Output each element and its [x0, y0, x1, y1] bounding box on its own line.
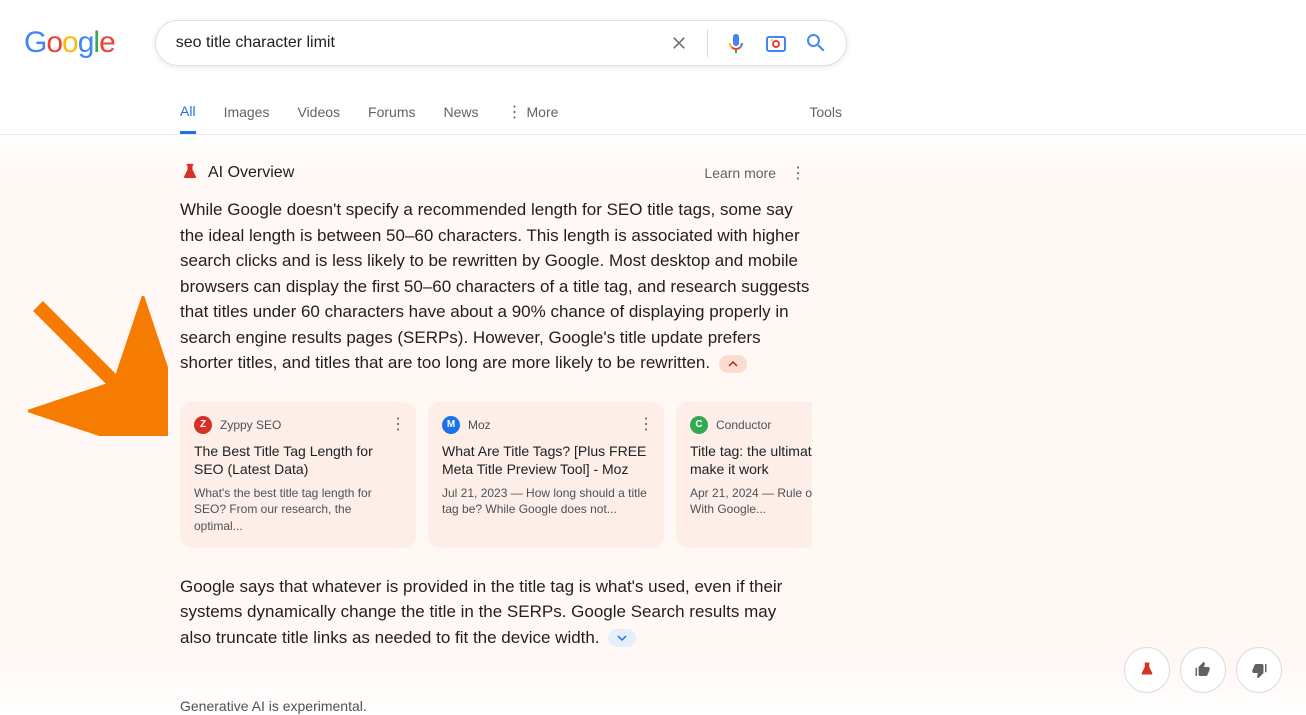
mic-icon[interactable]: [724, 31, 748, 55]
source-cards: Z Zyppy SEO ⋮ The Best Title Tag Length …: [180, 402, 812, 548]
expand-icon[interactable]: [608, 629, 636, 647]
header: Google: [0, 0, 1306, 66]
source-card[interactable]: C Conductor Title tag: the ultimate guid…: [676, 402, 812, 548]
search-input[interactable]: [176, 34, 667, 52]
google-logo[interactable]: Google: [24, 26, 115, 60]
ai-menu-icon[interactable]: ⋮: [784, 163, 812, 183]
clear-icon[interactable]: [667, 31, 691, 55]
ai-text-1: While Google doesn't specify a recommend…: [180, 197, 812, 376]
card-menu-icon[interactable]: ⋮: [390, 414, 406, 434]
card-title: Title tag: the ultimate guide to make it…: [690, 442, 812, 480]
search-icons: [667, 29, 838, 57]
card-title: What Are Title Tags? [Plus FREE Meta Tit…: [442, 442, 650, 480]
thumbs-down-button[interactable]: [1236, 647, 1282, 693]
tabs-bar: All Images Videos Forums News ⋮ More Too…: [0, 90, 1306, 135]
learn-more-link[interactable]: Learn more: [704, 165, 776, 181]
card-snippet: What's the best title tag length for SEO…: [194, 485, 402, 534]
favicon-icon: Z: [194, 416, 212, 434]
ai-disclaimer: Generative AI is experimental.: [180, 698, 812, 714]
tools-button[interactable]: Tools: [809, 92, 842, 132]
favicon-icon: M: [442, 416, 460, 434]
main-content: AI Overview Learn more ⋮ While Google do…: [180, 163, 812, 714]
card-source: Zyppy SEO: [220, 418, 281, 432]
arrow-annotation: [28, 296, 168, 436]
card-source: Conductor: [716, 418, 771, 432]
ai-overview-label: AI Overview: [208, 164, 294, 182]
tab-news[interactable]: News: [444, 92, 479, 132]
flask-icon: [180, 163, 200, 183]
search-icon[interactable]: [804, 31, 828, 55]
card-snippet: Apr 21, 2024 — Rule of tag length With G…: [690, 485, 812, 517]
favicon-icon: C: [690, 416, 708, 434]
ai-text-2: Google says that whatever is provided in…: [180, 574, 812, 651]
ai-overview-header: AI Overview Learn more ⋮: [180, 163, 812, 183]
thumbs-up-button[interactable]: [1180, 647, 1226, 693]
card-source: Moz: [468, 418, 491, 432]
search-bar: [155, 20, 847, 66]
feedback-buttons: [1124, 647, 1282, 693]
card-title: The Best Title Tag Length for SEO (Lates…: [194, 442, 402, 480]
source-card[interactable]: Z Zyppy SEO ⋮ The Best Title Tag Length …: [180, 402, 416, 548]
collapse-icon[interactable]: [719, 355, 747, 373]
camera-icon[interactable]: [764, 31, 788, 55]
divider: [707, 29, 708, 57]
feedback-flask-button[interactable]: [1124, 647, 1170, 693]
tab-videos[interactable]: Videos: [297, 92, 340, 132]
tab-all[interactable]: All: [180, 91, 196, 134]
source-card[interactable]: M Moz ⋮ What Are Title Tags? [Plus FREE …: [428, 402, 664, 548]
card-snippet: Jul 21, 2023 — How long should a title t…: [442, 485, 650, 517]
card-menu-icon[interactable]: ⋮: [638, 414, 654, 434]
tab-forums[interactable]: Forums: [368, 92, 415, 132]
tab-images[interactable]: Images: [224, 92, 270, 132]
tab-more[interactable]: ⋮ More: [507, 90, 559, 134]
